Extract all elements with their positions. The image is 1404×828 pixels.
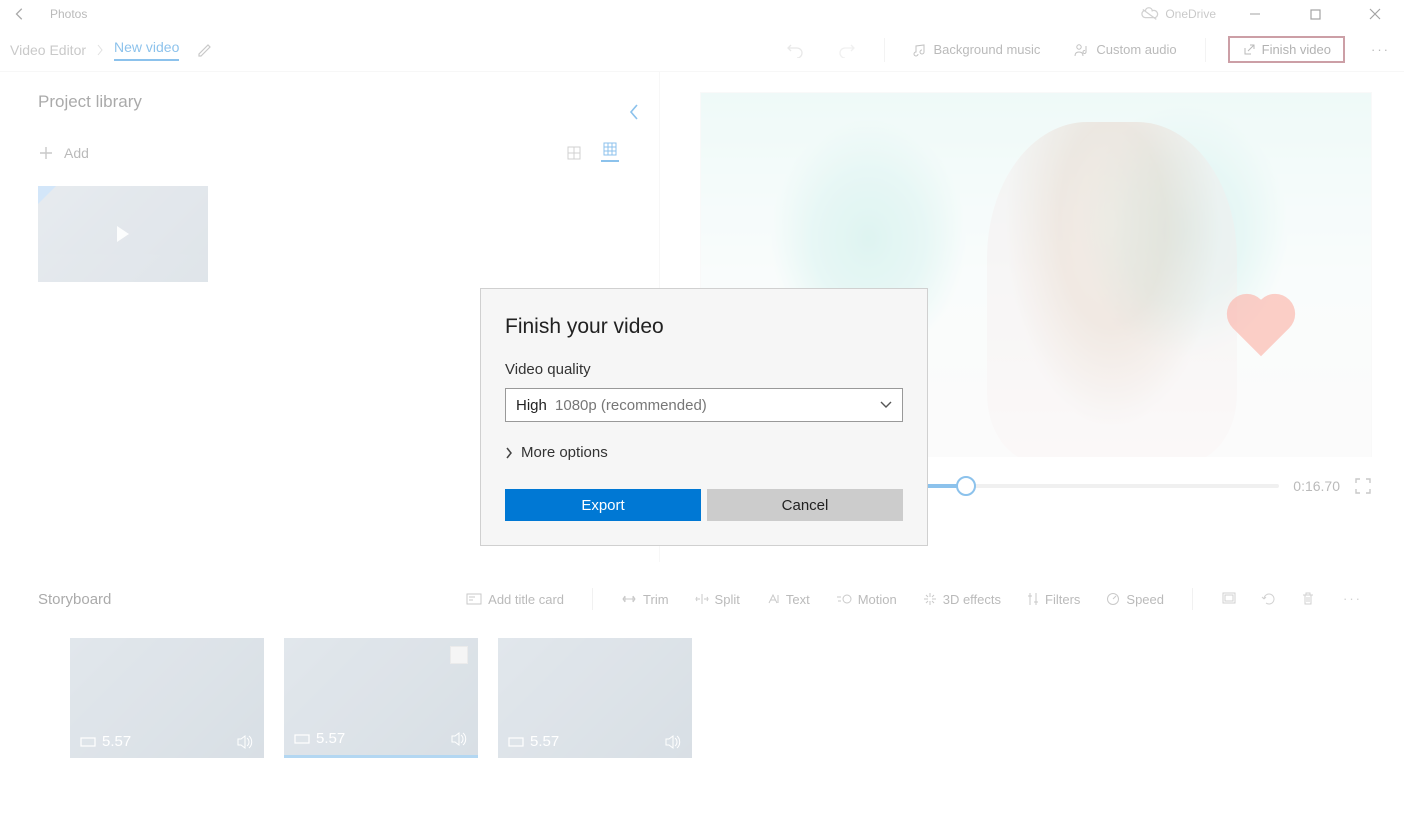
- cancel-button[interactable]: Cancel: [707, 489, 903, 521]
- dialog-title: Finish your video: [505, 315, 903, 339]
- more-options-toggle[interactable]: More options: [505, 444, 903, 461]
- chevron-right-icon: [505, 447, 513, 459]
- quality-detail: 1080p (recommended): [555, 397, 707, 414]
- more-options-label: More options: [521, 444, 608, 461]
- export-button[interactable]: Export: [505, 489, 701, 521]
- quality-value: High: [516, 397, 547, 414]
- quality-select[interactable]: High 1080p (recommended): [505, 388, 903, 422]
- quality-label: Video quality: [505, 361, 903, 378]
- finish-video-dialog: Finish your video Video quality High 108…: [480, 288, 928, 546]
- chevron-down-icon: [880, 401, 892, 409]
